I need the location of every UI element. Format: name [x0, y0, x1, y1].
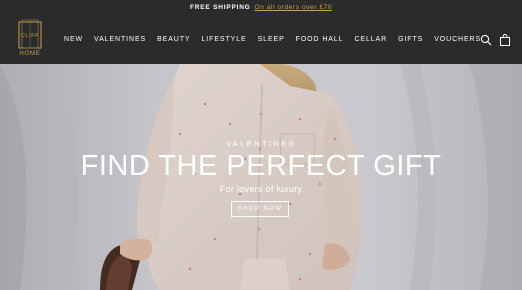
shopping-bag-icon[interactable]	[499, 33, 511, 46]
nav-item-gifts[interactable]: GIFTS	[398, 36, 423, 43]
nav-item-new[interactable]: NEW	[64, 36, 83, 43]
logo-mark-icon: CLIFF HOME	[18, 19, 42, 57]
promo-bold-text: FREE SHIPPING	[189, 3, 251, 11]
brand-logo[interactable]: CLIFF HOME	[15, 19, 47, 59]
main-nav: NEW VALENTINES BEAUTY LIFESTYLE SLEEP FO…	[64, 14, 492, 64]
nav-item-sleep[interactable]: SLEEP	[258, 36, 285, 43]
site-header: CLIFF HOME NEW VALENTINES BEAUTY LIFESTY…	[0, 14, 522, 64]
svg-text:CLIFF: CLIFF	[21, 33, 39, 39]
nav-item-cellar[interactable]: CELLAR	[354, 36, 387, 43]
search-icon[interactable]	[480, 33, 492, 46]
nav-item-vouchers[interactable]: VOUCHERS	[434, 36, 481, 43]
nav-item-lifestyle[interactable]: LIFESTYLE	[202, 36, 247, 43]
nav-item-food-hall[interactable]: FOOD HALL	[296, 36, 344, 43]
hero-subtitle: For lovers of luxury	[219, 184, 303, 194]
svg-text:HOME: HOME	[19, 51, 40, 57]
promo-bar: FREE SHIPPING On all orders over £70	[0, 0, 522, 14]
nav-item-valentines[interactable]: VALENTINES	[94, 36, 146, 43]
hero-kicker: VALENTINES	[225, 139, 297, 148]
hero-banner: VALENTINES FIND THE PERFECT GIFT For lov…	[0, 64, 522, 290]
promo-link[interactable]: On all orders over £70	[255, 4, 333, 11]
nav-item-beauty[interactable]: BEAUTY	[157, 36, 190, 43]
shop-now-button[interactable]: SHOP NOW	[231, 201, 289, 217]
hero-title: FIND THE PERFECT GIFT	[80, 150, 442, 182]
